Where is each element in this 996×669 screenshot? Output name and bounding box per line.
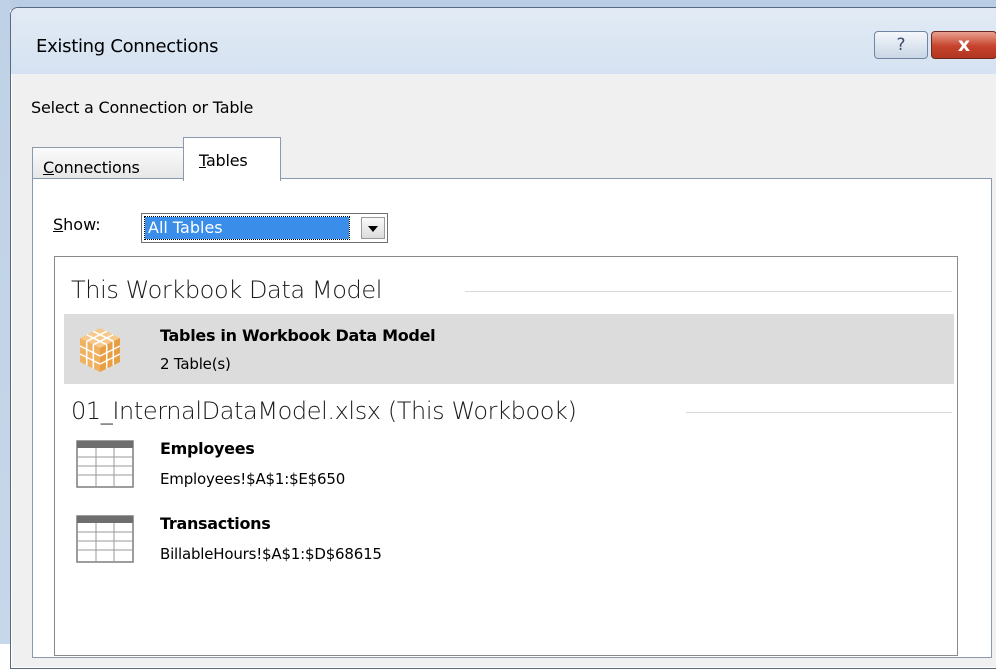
tab-tables-accesskey: T	[199, 151, 206, 170]
list-item-title: Employees	[160, 439, 255, 458]
close-icon: x	[957, 34, 971, 56]
tab-tables[interactable]: Tables	[183, 137, 281, 181]
chevron-down-icon[interactable]	[361, 217, 385, 239]
list-item-subtitle: Employees!$A$1:$E$650	[160, 470, 346, 488]
tab-connections[interactable]: Connections	[32, 147, 184, 179]
show-label-text: how:	[63, 215, 101, 234]
tab-connections-accesskey: C	[43, 158, 54, 177]
list-item-subtitle: 2 Table(s)	[160, 355, 231, 373]
list-item-employees[interactable]: Employees Employees!$A$1:$E$650	[64, 430, 954, 500]
close-button[interactable]: x	[931, 31, 996, 59]
group-header-workbook-data-model: This Workbook Data Model	[71, 276, 382, 304]
help-icon: ?	[896, 35, 906, 55]
help-button[interactable]: ?	[874, 31, 928, 59]
group-divider	[686, 412, 952, 413]
list-item-title: Transactions	[160, 514, 271, 533]
table-icon	[76, 515, 134, 563]
show-filter-value[interactable]: All Tables	[144, 216, 350, 240]
tab-connections-label: onnections	[53, 158, 140, 177]
show-label: Show:	[53, 215, 101, 234]
list-item-transactions[interactable]: Transactions BillableHours!$A$1:$D$68615	[64, 505, 954, 575]
dialog-title: Existing Connections	[36, 36, 219, 57]
dialog-prompt: Select a Connection or Table	[31, 98, 254, 117]
tab-tables-label: ables	[205, 151, 248, 170]
list-item-subtitle: BillableHours!$A$1:$D$68615	[160, 545, 382, 563]
list-item-title: Tables in Workbook Data Model	[160, 326, 436, 345]
group-header-this-workbook: 01_InternalDataModel.xlsx (This Workbook…	[71, 397, 577, 425]
list-item-data-model[interactable]: Tables in Workbook Data Model 2 Table(s)	[64, 314, 954, 384]
group-divider	[465, 291, 952, 292]
data-model-cube-icon	[79, 328, 121, 372]
show-filter-dropdown[interactable]: All Tables	[141, 213, 388, 243]
show-label-accesskey: S	[53, 215, 64, 234]
title-bar[interactable]: Existing Connections ? x	[11, 8, 996, 74]
desktop-background-left	[0, 0, 10, 644]
table-icon	[76, 440, 134, 488]
